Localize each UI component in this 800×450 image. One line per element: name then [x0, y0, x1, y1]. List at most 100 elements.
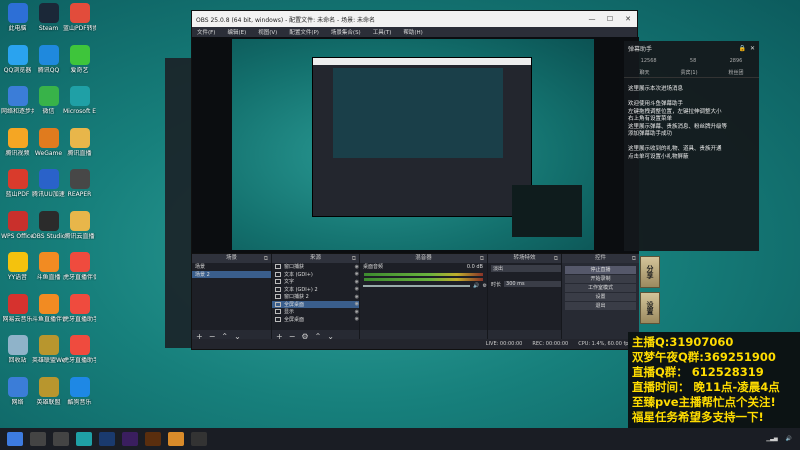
desktop-shortcut[interactable]: REAPER [63, 169, 96, 198]
control-button[interactable]: 开始录制 [565, 275, 636, 283]
control-button[interactable]: 设置 [565, 293, 636, 301]
desktop-shortcut[interactable]: 腾讯视频 [1, 127, 34, 157]
desktop-shortcut-label: 酷狗音乐 [67, 398, 92, 406]
desktop-shortcut[interactable]: 虎牙直播助手 [63, 335, 96, 364]
transition-select[interactable]: 淡出 [491, 265, 561, 273]
task-view-icon[interactable] [53, 432, 69, 446]
gear-icon[interactable]: ⚙ [483, 283, 487, 289]
browser-icon[interactable] [76, 432, 92, 446]
tencent-video-icon [7, 127, 28, 148]
desktop-shortcut[interactable]: 蓝山PDF转换器 [63, 3, 96, 32]
dock-settings-icon[interactable]: ⧉ [632, 254, 636, 263]
search-icon[interactable] [30, 432, 46, 446]
desktop-shortcut[interactable]: WeGame [32, 127, 65, 157]
qq-icon [38, 44, 59, 65]
desktop-shortcut[interactable]: 网络 [1, 376, 34, 406]
recycle-bin-icon [7, 335, 28, 355]
visibility-icon[interactable]: ◉ [355, 301, 359, 307]
menu-item[interactable]: 工具(T) [373, 28, 392, 36]
source-item[interactable]: 文本 (GDI+) 2 ◉ [272, 286, 359, 294]
source-item[interactable]: 窗口捕获 ◉ [272, 263, 359, 271]
mixer-track-name: 桌面音频 [363, 264, 384, 271]
desktop-shortcut[interactable]: 虎牙直播伴侣 [63, 252, 96, 281]
menu-item[interactable]: 编辑(E) [227, 28, 246, 36]
visibility-icon[interactable]: ◉ [355, 264, 359, 270]
chat-message: 左键拖拽调整位置，左键拉伸调整大小 [628, 108, 722, 115]
desktop-shortcut[interactable]: 腾讯UU加速器 [32, 169, 65, 198]
desktop-shortcut[interactable]: 腾讯QQ [32, 44, 65, 74]
dock-settings-icon[interactable]: ⧉ [480, 254, 484, 263]
close-icon[interactable]: ✕ [750, 45, 755, 52]
source-item[interactable]: 文字 ◉ [272, 278, 359, 286]
share-button[interactable]: 分享 [640, 256, 660, 288]
speaker-icon[interactable]: 🔊 [473, 283, 479, 289]
chat-tab[interactable]: 聊天 [639, 69, 649, 76]
source-item[interactable]: 显示 ◉ [272, 308, 359, 316]
desktop-shortcut[interactable]: Microsoft Edge [63, 86, 96, 115]
source-item[interactable]: 窗口捕获 2 ◉ [272, 293, 359, 301]
desktop-shortcut[interactable]: 斗鱼直播 [32, 252, 65, 281]
desktop-shortcut[interactable]: OBS Studio [32, 210, 65, 240]
visibility-icon[interactable]: ◉ [355, 279, 359, 285]
chat-tab[interactable]: 粉丝团 [728, 69, 743, 76]
huya-icon [69, 293, 90, 314]
minimize-icon[interactable]: — [583, 11, 601, 27]
control-button[interactable]: 停止直播 [565, 266, 636, 274]
desktop-shortcut[interactable]: QQ浏览器 [1, 44, 34, 74]
volume-slider[interactable] [363, 285, 471, 288]
menu-item[interactable]: 视图(V) [258, 28, 277, 36]
close-icon[interactable]: ✕ [619, 11, 637, 27]
chat-panel: 弹幕助手 🔒 ✕ 12568 58 2896 聊天 贵宾(1) 粉丝团 这里展示本次进场… [624, 41, 759, 251]
menu-item[interactable]: 场景集合(S) [331, 28, 361, 36]
desktop-shortcut[interactable]: 爱奇艺 [63, 44, 96, 74]
menu-item[interactable]: 帮助(H) [403, 28, 422, 36]
desktop-shortcut[interactable]: 回收站 [1, 335, 34, 364]
source-item[interactable]: 全屏桌面 ◉ [272, 300, 359, 308]
desktop-shortcut[interactable]: 酷狗音乐 [63, 376, 96, 406]
desktop-shortcut[interactable]: 腾讯直播 [63, 127, 96, 157]
control-button[interactable]: 退出 [565, 302, 636, 310]
dock-settings-icon[interactable]: ⧉ [264, 254, 268, 263]
app-icon[interactable] [168, 432, 184, 446]
desktop-shortcut[interactable]: WPS Office [1, 210, 34, 240]
desktop-shortcut[interactable]: 此电脑 [1, 3, 34, 32]
source-item[interactable]: 文本 (GDI+) ◉ [272, 271, 359, 279]
dock-settings-icon[interactable]: ⧉ [352, 254, 356, 263]
dock-settings-icon[interactable]: ⧉ [554, 254, 558, 263]
menu-item[interactable]: 配置文件(P) [289, 28, 319, 36]
visibility-icon[interactable]: ◉ [355, 294, 359, 300]
chat-tab[interactable]: 贵宾(1) [680, 69, 697, 76]
obs-preview-canvas[interactable] [192, 37, 639, 253]
desktop-shortcut[interactable]: 虎牙直播助手 [63, 293, 96, 323]
desktop-shortcut[interactable]: 微信 [32, 86, 65, 115]
desktop-shortcut[interactable]: 英雄联盟WeGame版 [32, 335, 65, 364]
source-item[interactable]: 全屏桌面 ◉ [272, 316, 359, 324]
desktop-shortcut[interactable]: 网络和逐步共享 [1, 86, 34, 115]
duration-input[interactable]: 300 ms [504, 281, 561, 288]
windows-start-icon[interactable] [7, 432, 23, 446]
obs-icon[interactable] [191, 432, 207, 446]
network-icon[interactable]: ▁▃▅ [766, 436, 778, 442]
illustrator-icon[interactable] [145, 432, 161, 446]
desktop-shortcut[interactable]: 英雄联盟 [32, 376, 65, 406]
desktop-shortcut[interactable]: Steam [32, 3, 65, 32]
visibility-icon[interactable]: ◉ [355, 271, 359, 277]
scene-item[interactable]: 场景 2 [192, 270, 271, 278]
premiere-icon[interactable] [122, 432, 138, 446]
desktop-shortcut[interactable]: 网易云音乐 [1, 293, 34, 323]
visibility-icon[interactable]: ◉ [355, 286, 359, 292]
desktop-shortcut[interactable]: 蓝山PDF [1, 169, 34, 198]
desktop-shortcut[interactable]: YY语音 [1, 252, 34, 281]
photoshop-icon[interactable] [99, 432, 115, 446]
scene-item[interactable]: 场景 [192, 263, 271, 271]
menu-item[interactable]: 文件(F) [197, 28, 215, 36]
desktop-shortcut[interactable]: 腾讯云直播 [63, 210, 96, 240]
visibility-icon[interactable]: ◉ [355, 316, 359, 322]
volume-icon[interactable]: 🔊 [786, 436, 792, 442]
control-button[interactable]: 工作室模式 [565, 284, 636, 292]
settings-button[interactable]: 设置 [640, 292, 660, 324]
maximize-icon[interactable]: ☐ [601, 11, 619, 27]
visibility-icon[interactable]: ◉ [355, 309, 359, 315]
lock-icon[interactable]: 🔒 [738, 45, 745, 52]
desktop-shortcut[interactable]: 斗鱼直播伴侣 [32, 293, 65, 323]
